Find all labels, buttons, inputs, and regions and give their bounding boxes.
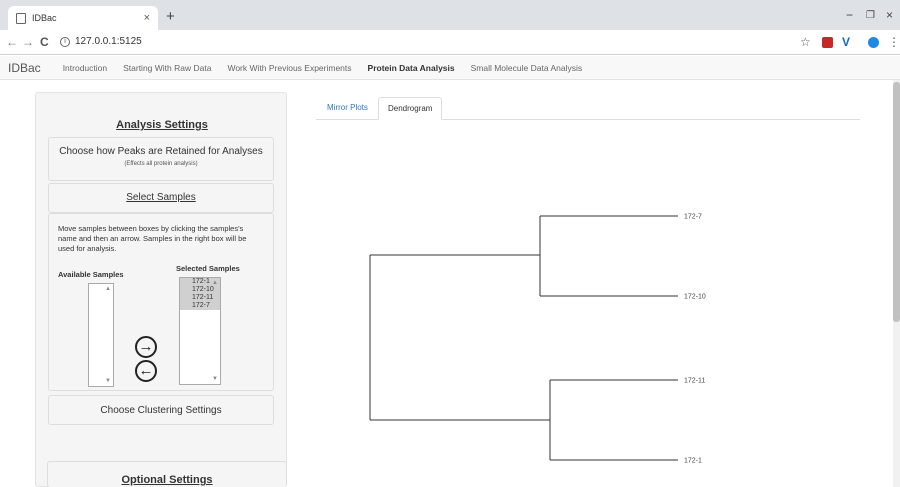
peaks-heading: Choose how Peaks are Retained for Analys… xyxy=(59,146,263,157)
minimize-button[interactable]: − xyxy=(846,8,853,22)
browser-tab-title: IDBac xyxy=(32,13,57,23)
page-icon xyxy=(16,12,26,24)
window-close-button[interactable]: × xyxy=(886,8,893,22)
nav-previous-experiments[interactable]: Work With Previous Experiments xyxy=(219,63,359,73)
selected-samples-label: Selected Samples xyxy=(176,264,240,273)
dendrogram-leaf-label: 172-11 xyxy=(684,378,705,385)
maximize-button[interactable]: ❐ xyxy=(866,10,875,21)
scroll-up-icon[interactable]: ▲ xyxy=(212,280,218,286)
browser-tab[interactable]: IDBac × xyxy=(8,6,158,30)
select-samples-heading: Select Samples xyxy=(126,192,196,203)
samples-body: Move samples between boxes by clicking t… xyxy=(48,213,274,391)
url-field[interactable]: i 127.0.0.1:5125 xyxy=(60,36,142,47)
browser-menu-icon[interactable]: ⋮ xyxy=(888,35,900,49)
bookmark-star-icon[interactable]: ☆ xyxy=(800,35,811,49)
extension-v-icon[interactable]: V xyxy=(842,35,850,49)
nav-introduction[interactable]: Introduction xyxy=(55,63,115,73)
selected-sample-option[interactable]: 172-11 xyxy=(180,294,220,302)
scroll-up-icon[interactable]: ▲ xyxy=(105,286,111,292)
dendrogram-leaf-label: 172-10 xyxy=(684,294,706,301)
app-brand[interactable]: IDBac xyxy=(0,61,55,75)
select-samples-panel[interactable]: Select Samples xyxy=(48,183,274,213)
app-navbar: IDBac Introduction Starting With Raw Dat… xyxy=(0,56,900,80)
tab-dendrogram[interactable]: Dendrogram xyxy=(378,97,443,120)
nav-small-molecule[interactable]: Small Molecule Data Analysis xyxy=(463,63,591,73)
profile-avatar[interactable] xyxy=(868,37,879,48)
clustering-panel[interactable]: Choose Clustering Settings xyxy=(48,395,274,425)
tab-mirror-plots[interactable]: Mirror Plots xyxy=(318,97,377,120)
sample-instructions: Move samples between boxes by clicking t… xyxy=(58,224,247,253)
reload-button[interactable]: C xyxy=(40,35,49,49)
optional-settings-title: Optional Settings xyxy=(121,474,213,486)
analysis-sidebar: Analysis Settings Choose how Peaks are R… xyxy=(35,92,287,487)
url-text: 127.0.0.1:5125 xyxy=(75,36,142,47)
selected-sample-option[interactable]: 172-7 xyxy=(180,302,220,310)
browser-tabstrip: IDBac × + − ❐ × xyxy=(0,0,900,30)
selected-sample-option[interactable]: 172-10 xyxy=(180,286,220,294)
arrow-left-button[interactable]: ← xyxy=(135,360,157,382)
page-scrollbar-thumb[interactable] xyxy=(893,82,900,322)
extension-icon[interactable] xyxy=(822,37,833,48)
available-samples-list[interactable]: ▲ ▼ xyxy=(88,283,114,387)
tab-close-icon[interactable]: × xyxy=(144,12,150,24)
arrow-right-button[interactable]: → xyxy=(135,336,157,358)
nav-protein-analysis[interactable]: Protein Data Analysis xyxy=(360,63,463,73)
nav-raw-data[interactable]: Starting With Raw Data xyxy=(115,63,219,73)
forward-button[interactable]: → xyxy=(22,35,34,49)
dendrogram-plot: 172-7 172-10 172-11 172-1 xyxy=(369,214,706,465)
analysis-tabs: Mirror Plots Dendrogram xyxy=(316,97,860,120)
new-tab-button[interactable]: + xyxy=(166,8,175,25)
peaks-panel[interactable]: Choose how Peaks are Retained for Analys… xyxy=(48,137,274,181)
analysis-settings-title: Analysis Settings xyxy=(116,119,208,131)
available-samples-label: Available Samples xyxy=(58,270,124,279)
dendrogram-leaf-label: 172-7 xyxy=(684,214,702,221)
clustering-heading: Choose Clustering Settings xyxy=(100,405,222,416)
dendrogram-leaf-label: 172-1 xyxy=(684,458,702,465)
peaks-subheading: (Effects all protein analysis) xyxy=(124,161,198,167)
address-bar: ← → C i 127.0.0.1:5125 ☆ V ⋮ xyxy=(0,30,900,55)
back-button[interactable]: ← xyxy=(6,35,18,49)
selected-samples-list[interactable]: 172-1 172-10 172-11 172-7 ▲ ▼ xyxy=(179,277,221,385)
optional-settings-panel[interactable]: Optional Settings xyxy=(47,461,287,487)
scroll-down-icon[interactable]: ▼ xyxy=(105,378,111,384)
info-icon[interactable]: i xyxy=(60,36,70,47)
scroll-down-icon[interactable]: ▼ xyxy=(212,376,218,382)
